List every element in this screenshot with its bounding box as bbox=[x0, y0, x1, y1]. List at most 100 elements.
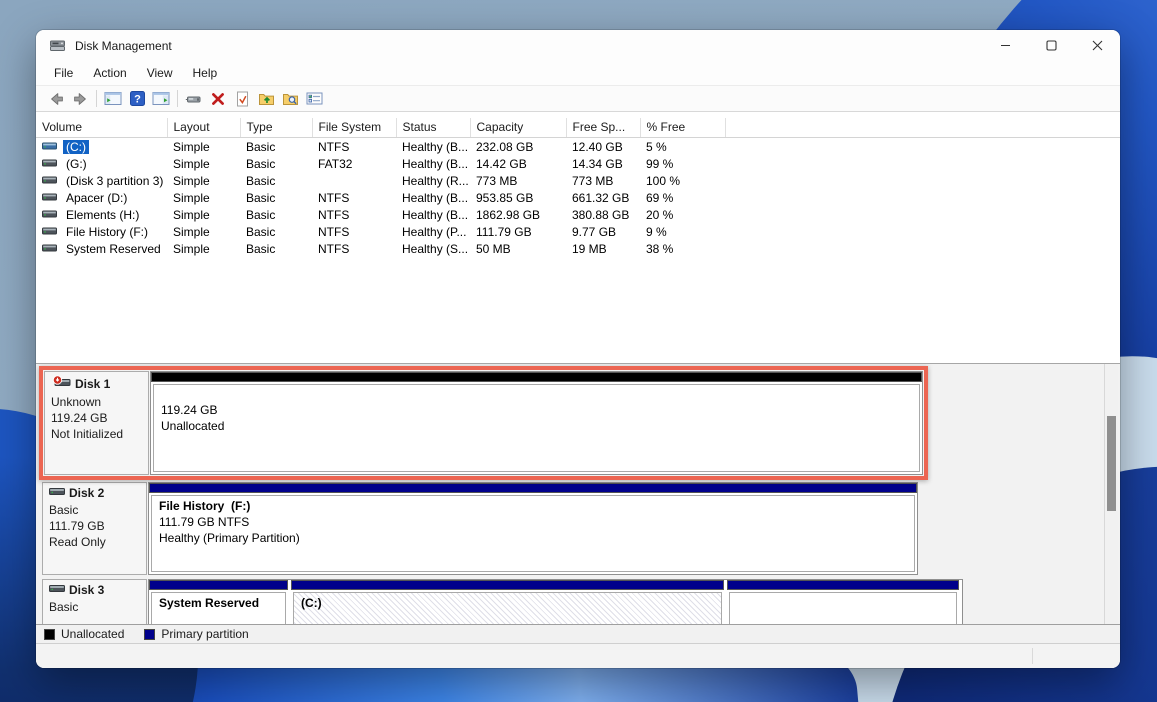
table-row[interactable]: Elements (H:)SimpleBasicNTFSHealthy (B..… bbox=[36, 206, 1120, 223]
column-header-layout[interactable]: Layout bbox=[167, 118, 240, 138]
column-header-status[interactable]: Status bbox=[396, 118, 470, 138]
volume-label: Apacer (D:) bbox=[63, 191, 130, 205]
layout-cell: Simple bbox=[167, 138, 240, 156]
minimize-button[interactable] bbox=[982, 30, 1028, 61]
help-icon[interactable]: ? bbox=[125, 88, 149, 109]
folder-up-icon[interactable] bbox=[254, 88, 278, 109]
disk-info-line: Basic bbox=[49, 502, 140, 518]
menu-item-help[interactable]: Help bbox=[183, 63, 228, 83]
column-header-free-sp-[interactable]: Free Sp... bbox=[566, 118, 640, 138]
delete-volume-icon[interactable] bbox=[206, 88, 230, 109]
volume-table: VolumeLayoutTypeFile SystemStatusCapacit… bbox=[36, 118, 1120, 257]
disk-management-app-icon bbox=[49, 38, 66, 53]
column-header--free[interactable]: % Free bbox=[640, 118, 725, 138]
legend-swatch bbox=[44, 629, 55, 640]
folder-search-icon[interactable] bbox=[278, 88, 302, 109]
partition-title: System Reserved bbox=[159, 595, 278, 611]
disk-info-line: Read Only bbox=[49, 534, 140, 550]
type-cell: Basic bbox=[240, 240, 312, 257]
layout-cell: Simple bbox=[167, 155, 240, 172]
console-tree-icon[interactable] bbox=[101, 88, 125, 109]
table-row[interactable]: (C:)SimpleBasicNTFSHealthy (B...232.08 G… bbox=[36, 138, 1120, 156]
disk-row-1: Disk 1Unknown119.24 GBNot Initialized119… bbox=[44, 371, 923, 475]
table-row[interactable]: Apacer (D:)SimpleBasicNTFSHealthy (B...9… bbox=[36, 189, 1120, 206]
table-row[interactable]: System ReservedSimpleBasicNTFSHealthy (S… bbox=[36, 240, 1120, 257]
disk-name-label: Disk 1 bbox=[75, 377, 110, 391]
check-document-icon[interactable] bbox=[230, 88, 254, 109]
filler-cell bbox=[725, 138, 1120, 156]
partition-status-bar bbox=[149, 483, 917, 493]
disk-2-header[interactable]: Disk 2 Basic111.79 GBRead Only bbox=[42, 482, 147, 575]
volume-icon bbox=[42, 191, 57, 205]
disk-3-header[interactable]: Disk 3Basic bbox=[42, 579, 147, 624]
volume-cell: (C:) bbox=[36, 138, 167, 156]
partition-body: 119.24 GBUnallocated bbox=[153, 384, 920, 472]
capacity-cell: 111.79 GB bbox=[470, 223, 566, 240]
partition-line: 111.79 GB NTFS bbox=[159, 514, 907, 530]
action-pane-icon[interactable] bbox=[149, 88, 173, 109]
disk-2-strip: File History (F:)111.79 GB NTFSHealthy (… bbox=[148, 482, 918, 575]
partition-line: Unallocated bbox=[161, 418, 912, 434]
column-header-file-system[interactable]: File System bbox=[312, 118, 396, 138]
menu-item-view[interactable]: View bbox=[137, 63, 183, 83]
volume-icon bbox=[42, 140, 57, 154]
back-icon[interactable] bbox=[44, 88, 68, 109]
disk-name: Disk 1 bbox=[51, 375, 142, 392]
partition-status-bar bbox=[149, 580, 288, 590]
status-cell: Healthy (B... bbox=[396, 189, 470, 206]
partition-line: 119.24 GB bbox=[161, 402, 912, 418]
legend-label: Primary partition bbox=[161, 627, 248, 641]
column-header-type[interactable]: Type bbox=[240, 118, 312, 138]
legend-label: Unallocated bbox=[61, 627, 124, 641]
table-row[interactable]: File History (F:)SimpleBasicNTFSHealthy … bbox=[36, 223, 1120, 240]
partition[interactable]: System Reserved bbox=[149, 580, 288, 624]
pct-free-cell: 5 % bbox=[640, 138, 725, 156]
forward-icon[interactable] bbox=[68, 88, 92, 109]
legend-bar: Unallocated Primary partition bbox=[36, 624, 1120, 644]
table-row[interactable]: (Disk 3 partition 3)SimpleBasicHealthy (… bbox=[36, 172, 1120, 189]
scrollbar-thumb[interactable] bbox=[1107, 416, 1116, 511]
device-icon[interactable] bbox=[182, 88, 206, 109]
title-bar[interactable]: Disk Management bbox=[36, 30, 1120, 61]
partition[interactable]: (C:) bbox=[291, 580, 724, 624]
volume-icon bbox=[42, 225, 57, 239]
file-system-cell: NTFS bbox=[312, 240, 396, 257]
file-system-cell bbox=[312, 172, 396, 189]
vertical-scrollbar[interactable] bbox=[1104, 364, 1118, 624]
menu-item-file[interactable]: File bbox=[44, 63, 83, 83]
column-header-volume[interactable]: Volume bbox=[36, 118, 167, 138]
column-header-capacity[interactable]: Capacity bbox=[470, 118, 566, 138]
partition[interactable]: 119.24 GBUnallocated bbox=[151, 372, 922, 474]
status-cell: Healthy (S... bbox=[396, 240, 470, 257]
disk-name-label: Disk 2 bbox=[69, 486, 104, 500]
filler-cell bbox=[725, 172, 1120, 189]
capacity-cell: 232.08 GB bbox=[470, 138, 566, 156]
layout-cell: Simple bbox=[167, 206, 240, 223]
volume-label: System Reserved bbox=[63, 242, 164, 256]
pct-free-cell: 69 % bbox=[640, 189, 725, 206]
disk-3-strip: System Reserved (C:) bbox=[148, 579, 963, 624]
volume-label: (G:) bbox=[63, 157, 90, 171]
disk-name: Disk 2 bbox=[49, 486, 140, 500]
disk-1-header[interactable]: Disk 1Unknown119.24 GBNot Initialized bbox=[44, 371, 149, 475]
free-space-cell: 661.32 GB bbox=[566, 189, 640, 206]
layout-cell: Simple bbox=[167, 223, 240, 240]
window-controls bbox=[982, 30, 1120, 61]
filler-cell bbox=[725, 223, 1120, 240]
file-system-cell: NTFS bbox=[312, 206, 396, 223]
maximize-button[interactable] bbox=[1028, 30, 1074, 61]
partition[interactable] bbox=[727, 580, 959, 624]
free-space-cell: 380.88 GB bbox=[566, 206, 640, 223]
disk-info-line: Basic bbox=[49, 599, 140, 615]
table-row[interactable]: (G:)SimpleBasicFAT32Healthy (B...14.42 G… bbox=[36, 155, 1120, 172]
volume-cell: (G:) bbox=[36, 155, 167, 172]
status-cell: Healthy (R... bbox=[396, 172, 470, 189]
partition[interactable]: File History (F:)111.79 GB NTFSHealthy (… bbox=[149, 483, 917, 574]
close-button[interactable] bbox=[1074, 30, 1120, 61]
menu-item-action[interactable]: Action bbox=[83, 63, 136, 83]
disk-info-line: 111.79 GB bbox=[49, 518, 140, 534]
toolbar-separator bbox=[96, 90, 97, 107]
properties-icon[interactable] bbox=[302, 88, 326, 109]
volume-table-body: (C:)SimpleBasicNTFSHealthy (B...232.08 G… bbox=[36, 138, 1120, 258]
file-system-cell: NTFS bbox=[312, 138, 396, 156]
